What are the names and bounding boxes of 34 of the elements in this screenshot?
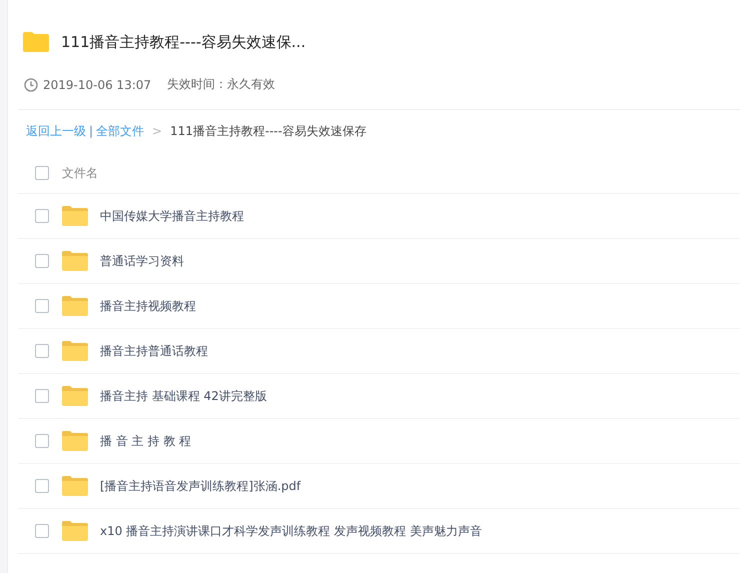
- clock-icon: [24, 78, 38, 92]
- file-name[interactable]: 播 音 主 持 教 程: [100, 432, 192, 450]
- checkbox[interactable]: [35, 299, 49, 313]
- checkbox[interactable]: [35, 166, 49, 180]
- folder-icon: [23, 32, 49, 52]
- file-name[interactable]: 播音主持普通话教程: [100, 342, 208, 360]
- checkbox[interactable]: [35, 209, 49, 223]
- breadcrumb-arrow: >: [152, 124, 162, 138]
- share-date: 2019-10-06 13:07: [43, 78, 152, 92]
- file-name[interactable]: 普通话学习资料: [100, 252, 184, 270]
- share-title: 111播音主持教程----容易失效速保...: [61, 32, 306, 52]
- file-name[interactable]: x10 播音主持演讲课口才科学发声训练教程 发声视频教程 美声魅力声音: [100, 522, 482, 540]
- column-header: 文件名: [62, 164, 98, 182]
- checkbox[interactable]: [35, 254, 49, 268]
- folder-icon: [62, 251, 88, 271]
- checkbox[interactable]: [35, 479, 49, 493]
- current-folder: 111播音主持教程----容易失效速保存: [170, 122, 366, 140]
- file-name[interactable]: 播音主持视频教程: [100, 298, 196, 314]
- file-name[interactable]: 中国传媒大学播音主持教程: [100, 208, 244, 224]
- expiry-text: 失效时间：永久有效: [167, 76, 276, 93]
- folder-icon: [62, 386, 88, 406]
- checkbox[interactable]: [35, 344, 49, 358]
- checkbox[interactable]: [35, 434, 49, 448]
- file-name[interactable]: [播音主持语音发声训练教程]张涵.pdf: [100, 478, 301, 494]
- checkbox[interactable]: [35, 389, 49, 403]
- folder-icon: [62, 341, 88, 361]
- folder-icon: [62, 431, 88, 451]
- folder-icon: [62, 296, 88, 316]
- folder-icon: [62, 476, 88, 496]
- checkbox[interactable]: [35, 524, 49, 538]
- separator: |: [89, 124, 94, 138]
- folder-icon: [62, 521, 88, 541]
- file-name[interactable]: 播音主持 基础课程 42讲完整版: [100, 388, 267, 404]
- folder-icon: [62, 206, 88, 226]
